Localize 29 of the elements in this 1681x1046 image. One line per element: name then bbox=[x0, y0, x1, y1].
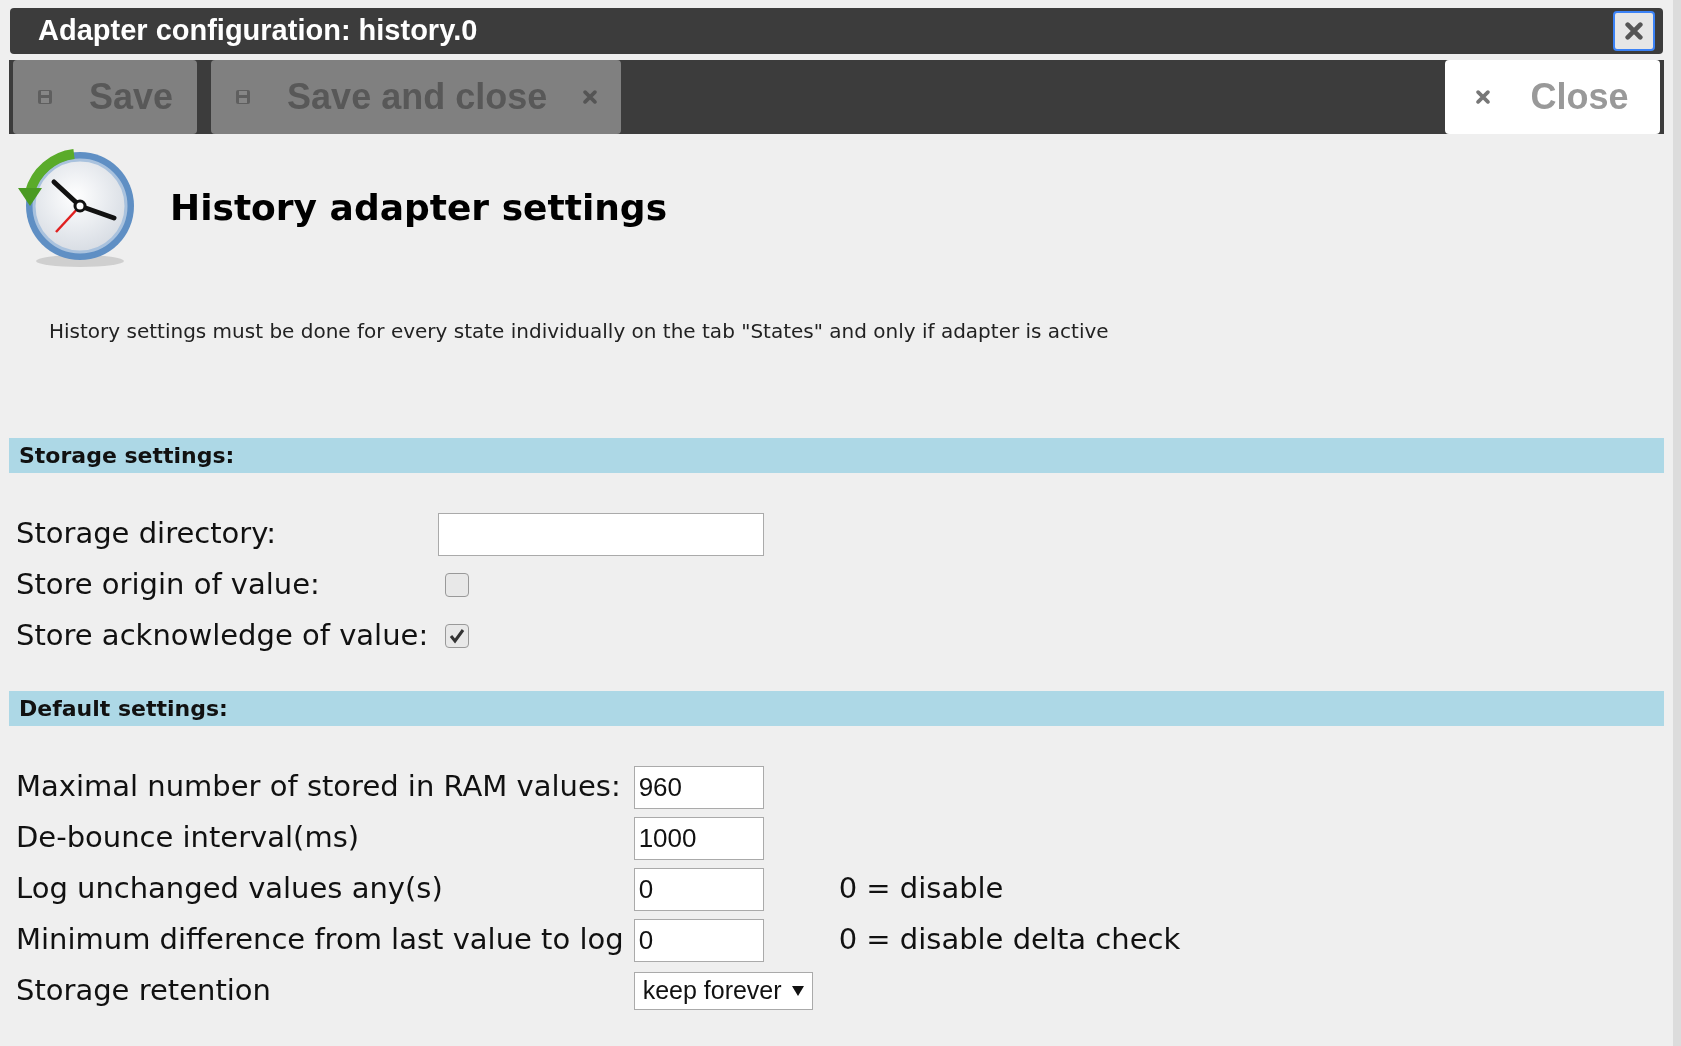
window-title: Adapter configuration: history.0 bbox=[38, 13, 478, 49]
hint-text: 0 = disable bbox=[838, 870, 1004, 908]
close-button[interactable] bbox=[1613, 11, 1655, 51]
field-label: Maximal number of stored in RAM values: bbox=[16, 768, 622, 806]
field-label: Storage directory: bbox=[16, 515, 278, 553]
page-heading: History adapter settings bbox=[170, 186, 668, 230]
number-input[interactable]: 0 bbox=[633, 867, 764, 911]
field-label: Log unchanged values any(s) bbox=[16, 870, 444, 908]
hint-text: 0 = disable delta check bbox=[838, 921, 1181, 959]
field-label: Storage retention bbox=[16, 972, 272, 1010]
field-label: De-bounce interval(ms) bbox=[16, 819, 361, 857]
checkbox[interactable] bbox=[445, 573, 470, 597]
text-input[interactable] bbox=[438, 512, 765, 556]
checkbox[interactable] bbox=[445, 624, 470, 648]
caret-down-icon bbox=[791, 986, 804, 996]
retention-dropdown[interactable]: keep forever bbox=[633, 972, 813, 1010]
checkmark-icon bbox=[449, 628, 466, 644]
number-input[interactable]: 960 bbox=[633, 765, 764, 809]
field-label: Store origin of value: bbox=[16, 566, 321, 604]
number-input[interactable]: 0 bbox=[633, 918, 764, 962]
close-icon bbox=[1476, 90, 1491, 104]
section-header: Storage settings: bbox=[9, 438, 1664, 473]
close-icon bbox=[1625, 22, 1643, 40]
field-label: Minimum difference from last value to log bbox=[16, 921, 624, 959]
section-header: Default settings: bbox=[9, 691, 1664, 726]
info-text: History settings must be done for every state individually on the tab "States" and only if adapter is active bbox=[49, 318, 1110, 345]
close-icon bbox=[583, 90, 598, 104]
number-input[interactable]: 1000 bbox=[633, 816, 764, 860]
field-label: Store acknowledge of value: bbox=[16, 617, 429, 655]
